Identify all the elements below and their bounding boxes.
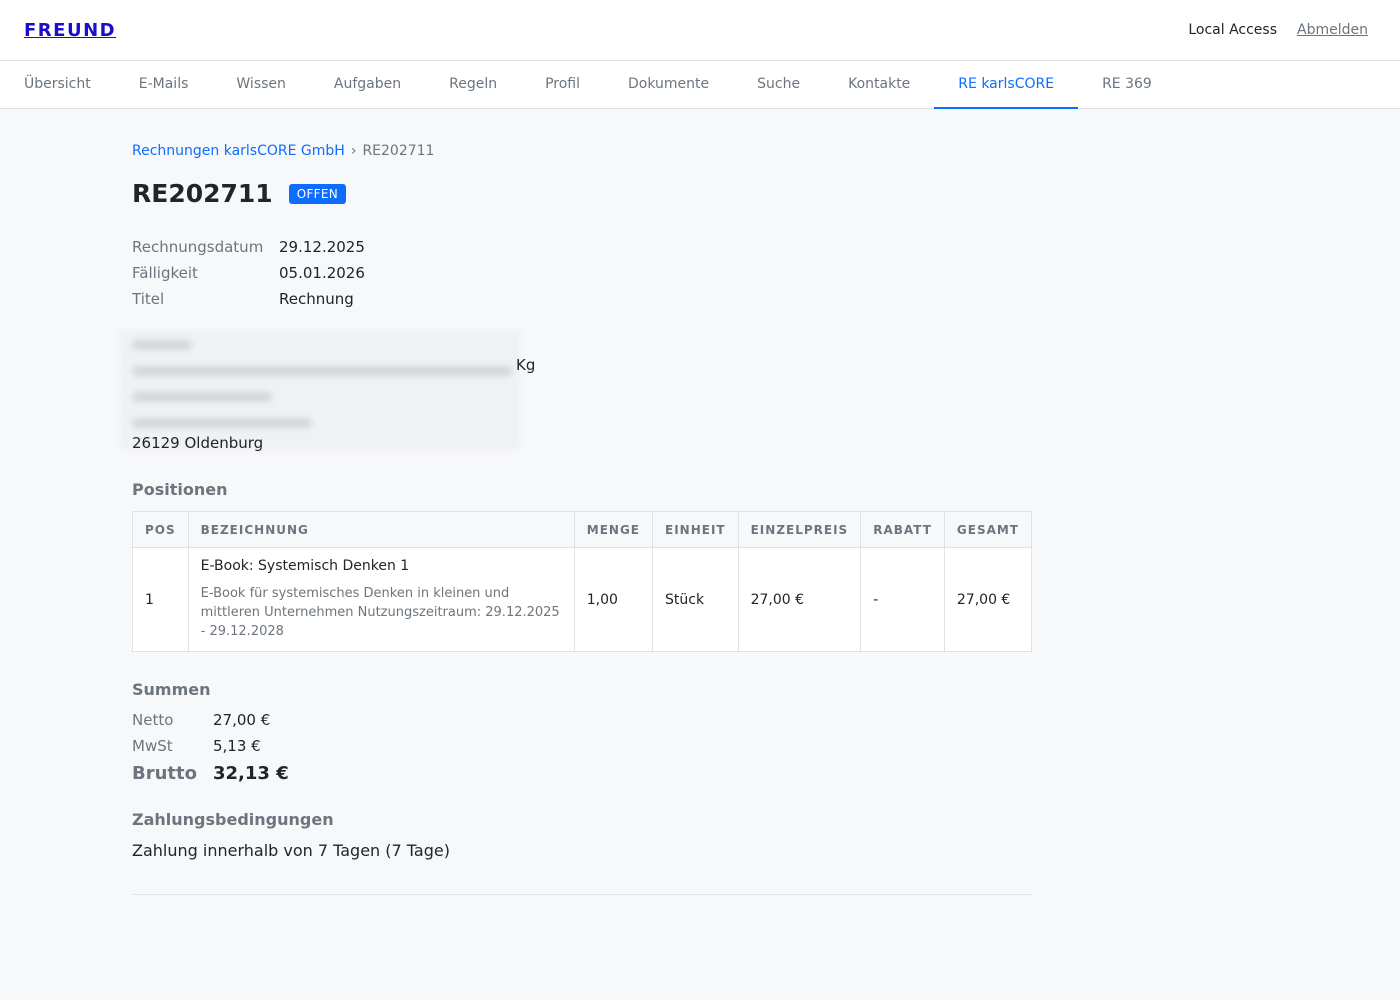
brutto-label: Brutto	[132, 763, 197, 784]
col-menge: MENGE	[573, 511, 654, 548]
brand-link[interactable]: FREUND	[24, 20, 116, 41]
meta-value-due: 05.01.2026	[279, 264, 365, 282]
sums-heading: Summen	[132, 680, 211, 699]
meta-label-title: Titel	[132, 290, 165, 308]
tab-aufgaben[interactable]: Aufgaben	[310, 61, 425, 109]
cell-rabatt: -	[860, 547, 945, 652]
meta-label-due: Fälligkeit	[132, 264, 198, 282]
payment-terms-heading: Zahlungsbedingungen	[132, 810, 334, 829]
main-nav-tabs: Übersicht E-Mails Wissen Aufgaben Regeln…	[0, 61, 1400, 109]
address-tail: Kg	[516, 356, 536, 374]
tab-uebersicht[interactable]: Übersicht	[0, 61, 115, 109]
sums-block: Netto 27,00 € MwSt 5,13 € Brutto 32,13 €	[132, 711, 1032, 784]
brutto-value: 32,13 €	[213, 763, 289, 784]
page-title: RE202711	[132, 179, 273, 208]
meta-value-date: 29.12.2025	[279, 238, 365, 256]
cell-einheit: Stück	[652, 547, 739, 652]
netto-label: Netto	[132, 711, 174, 729]
divider	[132, 894, 1032, 895]
address-city: 26129 Oldenburg	[132, 434, 264, 452]
col-einzelpreis: EINZELPREIS	[737, 511, 862, 548]
breadcrumb-separator: ›	[350, 143, 357, 159]
tab-kontakte[interactable]: Kontakte	[824, 61, 934, 109]
item-description: E-Book für systemisches Denken in kleine…	[200, 586, 560, 639]
tab-emails[interactable]: E-Mails	[115, 61, 213, 109]
logout-link[interactable]: Abmelden	[1297, 22, 1368, 38]
breadcrumb-parent-link[interactable]: Rechnungen karlsCORE GmbH	[132, 143, 345, 159]
col-einheit: EINHEIT	[652, 511, 739, 548]
col-pos: POS	[132, 511, 189, 548]
meta-value-title: Rechnung	[279, 290, 354, 308]
tab-dokumente[interactable]: Dokumente	[604, 61, 733, 109]
mwst-value: 5,13 €	[213, 737, 261, 755]
positions-table: POS BEZEICHNUNG MENGE EINHEIT EINZELPREI…	[132, 511, 1033, 652]
tab-re-369[interactable]: RE 369	[1078, 61, 1176, 109]
top-right-actions: Local Access Abmelden	[1188, 22, 1368, 38]
mwst-label: MwSt	[132, 737, 173, 755]
tab-re-karlscore[interactable]: RE karlsCORE	[934, 61, 1079, 109]
address-redacted-lines	[132, 340, 512, 444]
cell-pos: 1	[132, 547, 189, 652]
payment-terms-text: Zahlung innerhalb von 7 Tagen (7 Tage)	[132, 841, 450, 860]
breadcrumb-current: RE202711	[362, 143, 435, 159]
breadcrumb: Rechnungen karlsCORE GmbH › RE202711	[132, 143, 1032, 159]
netto-value: 27,00 €	[213, 711, 271, 729]
cell-gesamt: 27,00 €	[943, 547, 1033, 652]
positions-heading: Positionen	[132, 480, 228, 499]
table-header-row: POS BEZEICHNUNG MENGE EINHEIT EINZELPREI…	[132, 511, 1033, 548]
cell-einzelpreis: 27,00 €	[737, 547, 862, 652]
col-gesamt: GESAMT	[943, 511, 1033, 548]
item-name: E-Book: Systemisch Denken 1	[200, 558, 410, 574]
title-row: RE202711 OFFEN	[132, 179, 1032, 208]
meta-label-date: Rechnungsdatum	[132, 238, 264, 256]
cell-bezeichnung: E-Book: Systemisch Denken 1 E-Book für s…	[187, 547, 575, 652]
tab-profil[interactable]: Profil	[521, 61, 604, 109]
recipient-address: Kg 26129 Oldenburg	[120, 330, 1032, 464]
tab-regeln[interactable]: Regeln	[425, 61, 521, 109]
invoice-detail: Rechnungen karlsCORE GmbH › RE202711 RE202…	[0, 109, 1033, 895]
invoice-meta: Rechnungsdatum 29.12.2025 Fälligkeit 05.…	[132, 238, 1032, 308]
col-rabatt: RABATT	[860, 511, 945, 548]
status-badge: OFFEN	[288, 183, 347, 204]
tab-wissen[interactable]: Wissen	[212, 61, 310, 109]
local-access-label: Local Access	[1188, 22, 1278, 38]
cell-menge: 1,00	[573, 547, 654, 652]
top-bar: FREUND Local Access Abmelden	[0, 0, 1400, 61]
col-bezeichnung: BEZEICHNUNG	[187, 511, 575, 548]
tab-suche[interactable]: Suche	[733, 61, 824, 109]
table-row: 1 E-Book: Systemisch Denken 1 E-Book für…	[132, 547, 1033, 652]
